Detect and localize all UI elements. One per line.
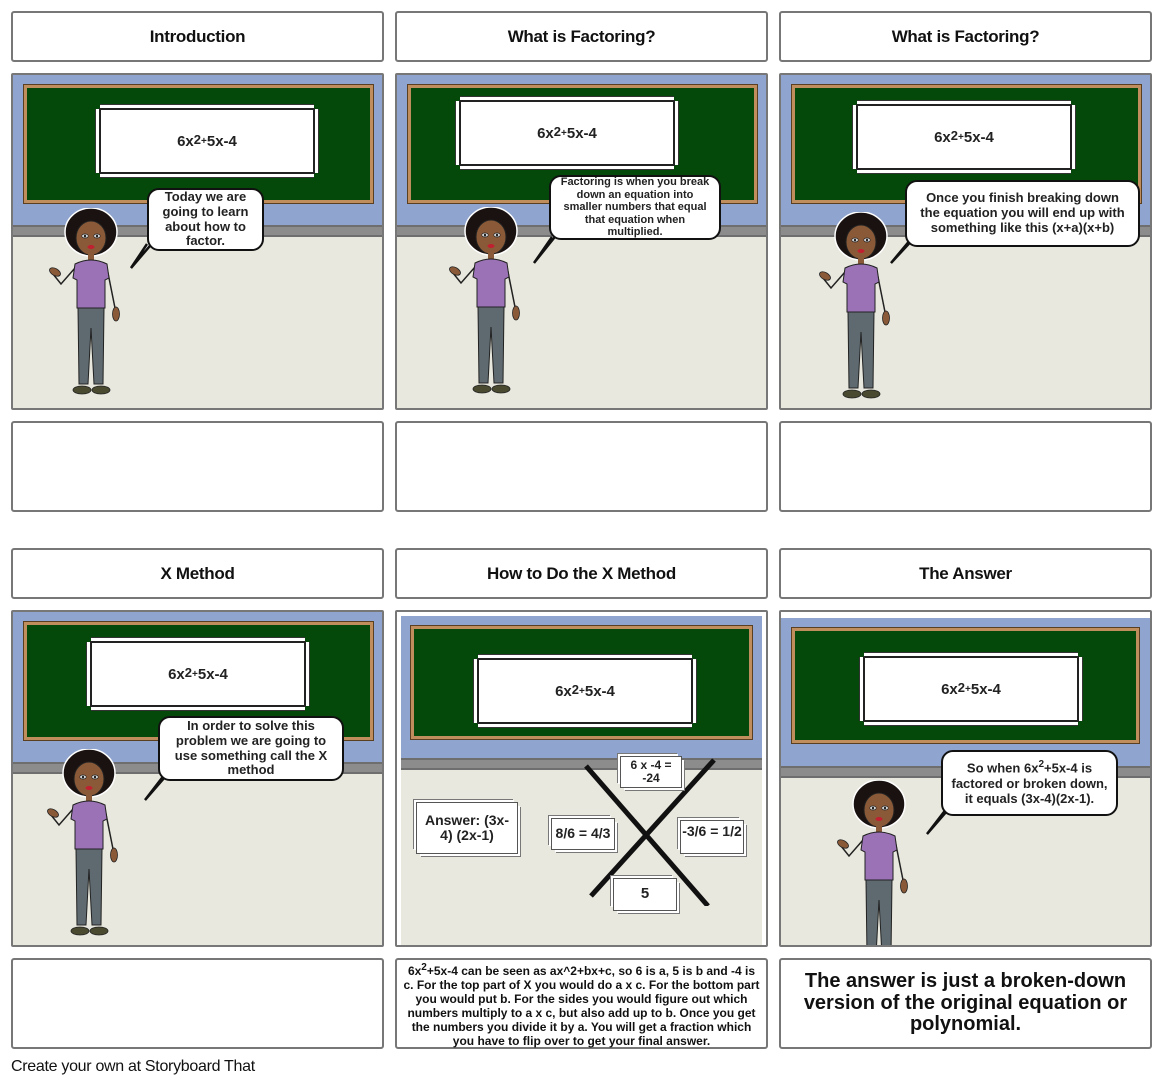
speech-bubble: Factoring is when you break down an equa… <box>549 175 721 240</box>
caption-text: +5x-4 can be seen as ax^2+bx+c, so 6 is … <box>403 964 760 1049</box>
panel-4-scene: 6x 2 +5x-4 In order to solve this problem … <box>11 610 384 947</box>
equation-card: 6x 2 +5x-4 <box>477 658 693 724</box>
x-method-bottom: 5 <box>613 878 677 911</box>
eq-exponent: 2 <box>553 123 562 139</box>
eq-rest: 5x-4 <box>963 128 994 146</box>
eq-base: 6x <box>537 124 554 142</box>
panel-3-caption <box>779 421 1152 512</box>
answer-card: Answer: (3x-4) (2x-1) <box>416 802 518 854</box>
scene-inner: 6x 2 +5x-4 6 x -4 = -24 8/6 = 4/3 -3/6 = 1… <box>401 616 762 945</box>
panel-2-scene: 6x 2 +5x-4 Factoring is when you break dow… <box>395 73 768 410</box>
eq-rest: 5x-4 <box>584 682 615 700</box>
eq-base: 6x <box>555 682 572 700</box>
eq-rest: 5x-4 <box>206 132 237 150</box>
equation-card: 6x 2 +5x-4 <box>459 100 675 166</box>
panel-2-title: What is Factoring? <box>395 11 768 62</box>
panel-6-title: The Answer <box>779 548 1152 599</box>
speech-bubble: In order to solve this problem we are go… <box>158 716 344 781</box>
equation-card: 6x 2 +5x-4 <box>856 104 1072 170</box>
eq-rest: 5x-4 <box>566 124 597 142</box>
teacher-slot <box>47 748 127 945</box>
panel-6-scene: 6x 2 +5x-4 So when 6x2+5x-4 is factored or… <box>779 610 1152 947</box>
x-method-left: 8/6 = 4/3 <box>551 818 615 850</box>
speech-bubble: Once you finish breaking down the equati… <box>905 180 1140 247</box>
panel-4-caption <box>11 958 384 1049</box>
caption-eq-base: 6x <box>407 964 422 978</box>
teacher-character <box>837 779 908 945</box>
speech-text-pre: So when 6x <box>966 760 1039 776</box>
scene-inner: 6x 2 +5x-4 So when 6x2+5x-4 is factored or… <box>781 618 1150 945</box>
x-method-top: 6 x -4 = -24 <box>620 756 682 788</box>
panel-2-caption <box>395 421 768 512</box>
panel-1-caption <box>11 421 384 512</box>
x-method-right: -3/6 = 1/2 <box>680 820 744 854</box>
eq-exponent: 2 <box>950 127 959 143</box>
eq-rest: 5x-4 <box>197 665 228 683</box>
panel-1-title: Introduction <box>11 11 384 62</box>
panel-1-scene: 6x 2 +5x-4 Today we are going to learn abo… <box>11 73 384 410</box>
panel-5-scene: 6x 2 +5x-4 6 x -4 = -24 8/6 = 4/3 -3/6 = 1… <box>395 610 768 947</box>
teacher-slot <box>49 207 129 408</box>
eq-exponent: 2 <box>193 131 202 147</box>
teacher-slot <box>449 206 529 408</box>
eq-exponent: 2 <box>957 679 966 695</box>
teacher-slot <box>837 779 917 945</box>
eq-base: 6x <box>168 665 185 683</box>
eq-base: 6x <box>941 680 958 698</box>
speech-bubble: So when 6x2+5x-4 is factored or broken d… <box>941 750 1118 816</box>
equation-card: 6x 2 +5x-4 <box>90 641 306 707</box>
panel-4-title: X Method <box>11 548 384 599</box>
panel-5-title: How to Do the X Method <box>395 548 768 599</box>
panel-3-title: What is Factoring? <box>779 11 1152 62</box>
teacher-character <box>47 748 118 936</box>
eq-rest: 5x-4 <box>970 680 1001 698</box>
eq-base: 6x <box>177 132 194 150</box>
teacher-character <box>49 207 120 395</box>
panel-6-caption: The answer is just a broken-down version… <box>779 958 1152 1049</box>
eq-exponent: 2 <box>571 681 580 697</box>
equation-card: 6x 2 +5x-4 <box>99 108 315 174</box>
speech-bubble: Today we are going to learn about how to… <box>147 188 264 251</box>
panel-3-scene: 6x 2 +5x-4 Once you finish breaking down t… <box>779 73 1152 410</box>
teacher-character <box>449 206 520 394</box>
equation-card: 6x 2 +5x-4 <box>863 656 1079 722</box>
eq-base: 6x <box>934 128 951 146</box>
panel-5-caption: 6x2+5x-4 can be seen as ax^2+bx+c, so 6 … <box>395 958 768 1049</box>
footer-credit[interactable]: Create your own at Storyboard That <box>11 1058 255 1076</box>
eq-exponent: 2 <box>184 664 193 680</box>
